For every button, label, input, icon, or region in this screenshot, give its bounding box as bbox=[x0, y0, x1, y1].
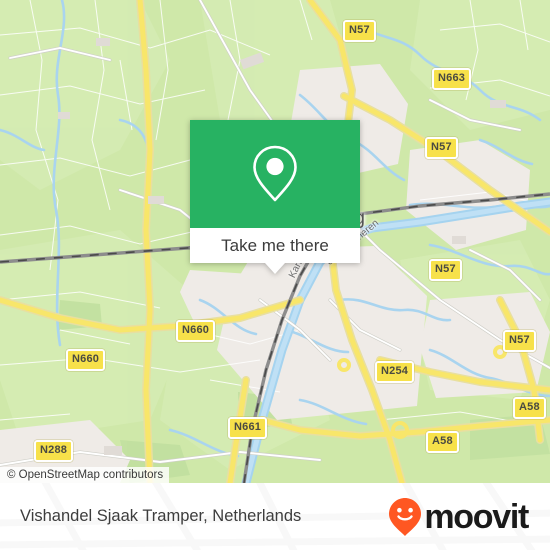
take-me-there-label: Take me there bbox=[221, 235, 329, 255]
moovit-logo[interactable]: moovit bbox=[388, 497, 529, 537]
moovit-wordmark: moovit bbox=[424, 497, 529, 536]
osm-attribution-text: © OpenStreetMap contributors bbox=[7, 469, 164, 481]
road-shield-n254[interactable]: N254 bbox=[375, 361, 415, 383]
road-shield-n660-west[interactable]: N660 bbox=[66, 349, 106, 371]
osm-attribution[interactable]: © OpenStreetMap contributors bbox=[0, 467, 170, 483]
map-pin-icon bbox=[253, 145, 297, 202]
popup-pointer bbox=[265, 263, 285, 274]
road-shield-n288[interactable]: N288 bbox=[34, 440, 74, 462]
road-shield-n663[interactable]: N663 bbox=[432, 68, 472, 90]
place-title: Vishandel Sjaak Tramper, Netherlands bbox=[20, 507, 302, 525]
road-shield-n57-upper[interactable]: N57 bbox=[425, 137, 458, 159]
popup-icon-panel bbox=[190, 120, 360, 228]
road-shield-n661[interactable]: N661 bbox=[228, 417, 268, 439]
moovit-pin-smiley-icon bbox=[389, 497, 422, 536]
road-shield-a58-east[interactable]: A58 bbox=[513, 397, 546, 419]
map-screen: rg Kanaal oor Walcheren N57 N663 N57 N57… bbox=[0, 0, 550, 550]
map-canvas[interactable]: rg Kanaal oor Walcheren N57 N663 N57 N57… bbox=[0, 0, 550, 483]
footer-bar: Vishandel Sjaak Tramper, Netherlands moo… bbox=[0, 483, 550, 550]
road-shield-n57-mid[interactable]: N57 bbox=[429, 259, 462, 281]
road-shield-n660-east[interactable]: N660 bbox=[176, 320, 216, 342]
road-shield-a58-south[interactable]: A58 bbox=[426, 431, 459, 453]
road-shield-n57-east[interactable]: N57 bbox=[503, 330, 536, 352]
popup-action-panel[interactable]: Take me there bbox=[190, 228, 360, 263]
road-shield-n57-north[interactable]: N57 bbox=[343, 20, 376, 42]
location-popup[interactable]: Take me there bbox=[190, 120, 360, 274]
